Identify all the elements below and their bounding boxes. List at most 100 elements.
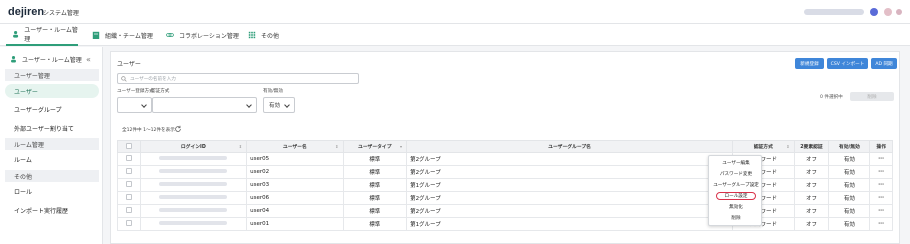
user-name-cell: user06 <box>246 191 344 205</box>
table-row[interactable]: user01 標準 第1グループ パスワード オフ 有効 ⋯ <box>117 217 893 231</box>
sidebar-title: ユーザー・ルーム管理 <box>22 56 82 64</box>
sidebar: ユーザー・ルーム管理 « ユーザー管理 ユーザー ユーザーグループ 外部ユーザー… <box>0 47 103 244</box>
user-menu[interactable] <box>804 6 904 18</box>
menu-item-set-role[interactable]: ロール設定 <box>716 192 756 200</box>
building-icon <box>92 31 100 39</box>
col-status[interactable]: 有効/無効 <box>828 140 871 153</box>
sort-icon[interactable]: ⇕ <box>335 144 338 149</box>
sidebar-item-role[interactable]: ロール <box>5 184 99 198</box>
tab-organization[interactable]: 組織・チーム管理 <box>92 24 156 46</box>
col-auth-method[interactable]: 認証方式 ⇕ <box>732 140 795 153</box>
user-table: ログインID ⇕ ユーザー名 ⇕ ユーザータイプ ▾ ユーザーグループ名 認証方式 ⇕ … <box>117 140 893 231</box>
sidebar-item-user-group[interactable]: ユーザーグループ <box>5 102 99 116</box>
row-actions-button[interactable]: ⋯ <box>869 204 893 218</box>
user-name-cell: user04 <box>246 204 344 218</box>
status-cell: 有効 <box>828 191 871 205</box>
grid-icon <box>248 31 256 39</box>
row-checkbox[interactable] <box>125 181 132 187</box>
row-actions-button[interactable]: ⋯ <box>869 152 893 166</box>
more-icon[interactable]: ⋯ <box>878 182 884 188</box>
collapse-sidebar-icon[interactable]: « <box>86 55 91 64</box>
user-group-cell: 第2グループ <box>406 204 734 218</box>
table-row[interactable]: user06 標準 第2グループ パスワード オフ 有効 ⋯ <box>117 191 893 205</box>
enabled-filter-select[interactable]: 有効 <box>263 97 295 113</box>
status-cell: 有効 <box>828 178 871 192</box>
chevron-down-icon <box>246 102 252 108</box>
row-actions-button[interactable]: ⋯ <box>869 165 893 179</box>
tab-label: その他 <box>261 32 280 40</box>
auth-method-select[interactable] <box>152 97 257 113</box>
login-id-blurred <box>159 208 228 212</box>
register-method-label: ユーザー登録方式 <box>117 89 154 94</box>
menu-item-set-user-group[interactable]: ユーザーグループ設定 <box>709 180 763 190</box>
row-select-cell <box>117 217 141 231</box>
col-user-type[interactable]: ユーザータイプ ▾ <box>342 140 408 153</box>
sort-icon[interactable]: ⇕ <box>239 144 242 149</box>
menu-item-delete[interactable]: 削除 <box>709 213 763 223</box>
sidebar-item-room[interactable]: ルーム <box>5 152 99 166</box>
menu-item-edit-user[interactable]: ユーザー編集 <box>709 158 763 168</box>
row-actions-button[interactable]: ⋯ <box>869 178 893 192</box>
col-login-id[interactable]: ログインID ⇕ <box>139 140 248 153</box>
twofa-cell: オフ <box>793 152 830 166</box>
more-icon[interactable]: ⋯ <box>878 156 884 162</box>
row-checkbox[interactable] <box>125 194 132 200</box>
col-2fa[interactable]: 2要素認証 <box>793 140 830 153</box>
notification-icon[interactable] <box>870 8 878 16</box>
csv-import-button[interactable]: CSV インポート <box>827 58 868 69</box>
more-icon[interactable]: ⋯ <box>878 221 884 227</box>
tab-user-room[interactable]: ユーザー・ルーム管理 <box>6 24 78 46</box>
row-checkbox[interactable] <box>125 220 132 226</box>
more-icon[interactable]: ⋯ <box>878 195 884 201</box>
register-method-select[interactable] <box>117 97 152 113</box>
row-checkbox[interactable] <box>125 168 132 174</box>
sidebar-section-room-mgmt: ルーム管理 <box>5 138 99 150</box>
table-row[interactable]: user03 標準 第1グループ パスワード オフ 有効 ⋯ <box>117 178 893 192</box>
sort-icon[interactable]: ⇕ <box>786 144 789 149</box>
sidebar-item-user[interactable]: ユーザー <box>5 84 99 98</box>
new-register-button[interactable]: 新規登録 <box>795 58 824 69</box>
person-icon <box>11 56 16 63</box>
avatar[interactable] <box>884 8 892 16</box>
login-id-blurred <box>159 221 228 225</box>
col-actions: 操作 <box>869 140 893 153</box>
enabled-filter-value: 有効 <box>269 103 281 109</box>
twofa-cell: オフ <box>793 217 830 231</box>
user-group-cell: 第2グループ <box>406 191 734 205</box>
user-menu-chevron-icon[interactable] <box>896 9 902 15</box>
tab-collaboration[interactable]: コラボレーション管理 <box>166 24 246 46</box>
menu-item-disable[interactable]: 無効化 <box>709 202 763 212</box>
sidebar-item-external-assign[interactable]: 外部ユーザー割り当て <box>5 121 99 135</box>
sort-icon[interactable]: ▾ <box>400 144 402 149</box>
status-cell: 有効 <box>828 152 871 166</box>
table-row[interactable]: user05 標準 第2グループ パスワード オフ 有効 ⋯ <box>117 152 893 166</box>
row-checkbox[interactable] <box>125 207 132 213</box>
select-all-checkbox[interactable] <box>125 142 132 149</box>
header-label: ユーザーグループ名 <box>548 145 591 150</box>
result-count: 全12件中 1〜12件を表示 <box>122 128 175 133</box>
table-row[interactable]: user02 標準 第2グループ パスワード オフ 有効 ⋯ <box>117 165 893 179</box>
link-icon <box>166 33 174 37</box>
row-checkbox[interactable] <box>125 155 132 161</box>
row-select-cell <box>117 152 141 166</box>
twofa-cell: オフ <box>793 204 830 218</box>
more-icon[interactable]: ⋯ <box>878 208 884 214</box>
sidebar-item-import-history[interactable]: インポート実行履歴 <box>5 203 99 217</box>
user-name-cell: user01 <box>246 217 344 231</box>
enabled-filter-label: 有効/無効 <box>263 89 283 94</box>
tab-other[interactable]: その他 <box>248 24 288 46</box>
status-cell: 有効 <box>828 204 871 218</box>
ad-sync-button[interactable]: AD 同期 <box>871 58 897 69</box>
table-row[interactable]: user04 標準 第2グループ パスワード オフ 有効 ⋯ <box>117 204 893 218</box>
refresh-icon[interactable] <box>174 125 182 133</box>
search-input[interactable]: ユーザーの名前を入力 <box>117 73 359 84</box>
col-user-name[interactable]: ユーザー名 ⇕ <box>246 140 344 153</box>
app-title: システム管理 <box>43 10 79 17</box>
row-actions-button[interactable]: ⋯ <box>869 217 893 231</box>
header-label: 有効/無効 <box>838 145 860 150</box>
more-icon[interactable]: ⋯ <box>878 169 884 175</box>
delete-button[interactable]: 削除 <box>850 92 894 101</box>
row-actions-button[interactable]: ⋯ <box>869 191 893 205</box>
menu-item-change-password[interactable]: パスワード変更 <box>709 169 763 179</box>
main-content: ユーザー 新規登録 CSV インポート AD 同期 ユーザーの名前を入力 ユーザ… <box>104 47 910 244</box>
